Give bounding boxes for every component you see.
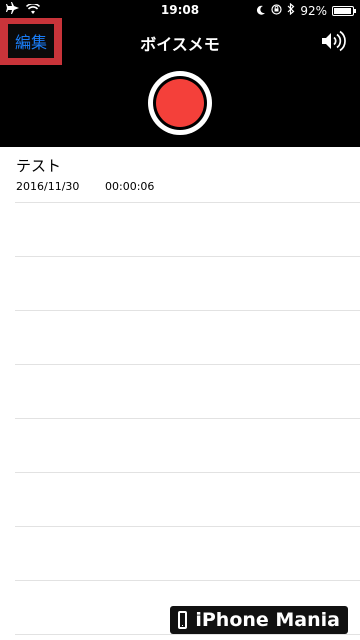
- battery-fill: [334, 7, 351, 14]
- page-title: ボイスメモ: [140, 35, 220, 54]
- recording-duration: 00:00:06: [105, 180, 155, 193]
- status-bar: 19:08 92%: [0, 0, 360, 20]
- list-divider: [15, 364, 360, 365]
- battery-icon: [332, 5, 356, 16]
- bluetooth-icon: [287, 2, 295, 18]
- moon-icon: [256, 4, 266, 18]
- recording-date: 2016/11/30: [16, 180, 80, 193]
- list-divider: [15, 310, 360, 311]
- phone-icon: [178, 611, 188, 629]
- status-right: 92%: [256, 2, 356, 18]
- record-icon: [156, 79, 204, 127]
- watermark-text: iPhone Mania: [195, 609, 340, 631]
- watermark: iPhone Mania: [170, 606, 348, 634]
- list-divider: [15, 472, 360, 473]
- list-divider: [15, 634, 360, 635]
- list-divider: [15, 202, 360, 203]
- list-divider: [15, 526, 360, 527]
- battery-percent: 92%: [300, 3, 327, 18]
- recording-row[interactable]: テスト 2016/11/30 00:00:06: [0, 147, 360, 202]
- orientation-lock-icon: [271, 3, 282, 18]
- list-divider: [15, 580, 360, 581]
- speaker-icon[interactable]: [320, 30, 346, 52]
- record-button[interactable]: [148, 71, 212, 135]
- recording-title: テスト: [16, 157, 62, 175]
- list-divider: [15, 256, 360, 257]
- list-divider: [15, 418, 360, 419]
